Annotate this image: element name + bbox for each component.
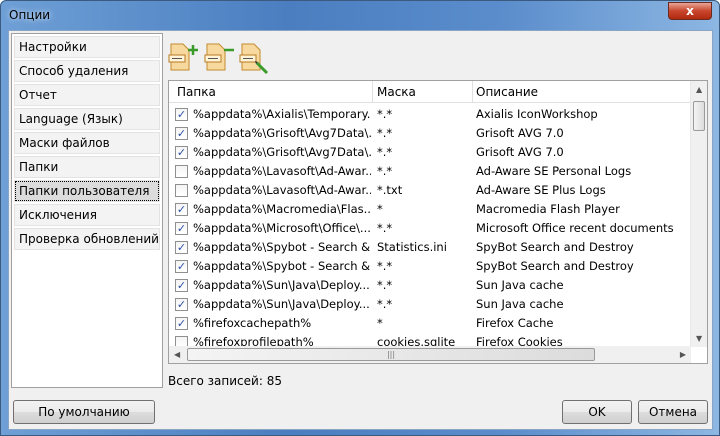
table-row[interactable]: ✓ %firefoxcachepath% * Firefox Cache — [169, 314, 691, 333]
ok-button[interactable]: OK — [562, 400, 632, 424]
add-folder-icon[interactable] — [168, 41, 200, 75]
folder-cell: %appdata%\Lavasoft\Ad-Awar... — [193, 164, 371, 178]
mask-cell: *.* — [377, 278, 393, 292]
close-button[interactable]: x — [668, 2, 712, 20]
mask-cell: *.* — [377, 126, 393, 140]
description-cell: Macromedia Flash Player — [476, 202, 620, 216]
table-row[interactable]: ✓ %appdata%\Sun\Java\Deploy... *.* Sun J… — [169, 295, 691, 314]
table-row[interactable]: ✓ %appdata%\Sun\Java\Deploy... *.* Sun J… — [169, 276, 691, 295]
mask-cell: Statistics.ini — [377, 240, 447, 254]
window-title: Опции — [9, 8, 51, 22]
edit-folder-icon[interactable] — [239, 41, 271, 75]
description-cell: Ad-Aware SE Plus Logs — [476, 183, 606, 197]
row-checkbox[interactable]: ✓ — [175, 279, 188, 292]
folder-cell: %appdata%\Spybot - Search &... — [193, 259, 371, 273]
row-checkbox[interactable]: ✓ — [175, 241, 188, 254]
table-row[interactable]: %appdata%\Lavasoft\Ad-Awar... *.txt Ad-A… — [169, 181, 691, 200]
row-checkbox[interactable] — [175, 165, 188, 178]
mask-cell: *.* — [377, 297, 393, 311]
mask-cell: * — [377, 316, 383, 330]
description-cell: Sun Java cache — [476, 278, 564, 292]
folder-cell: %appdata%\Grisoft\Avg7Data\... — [193, 126, 371, 140]
client-area: Настройки Способ удаления Отчет Language (Я… — [8, 30, 713, 430]
mask-cell: *.* — [377, 145, 393, 159]
records-count: Всего записей: 85 — [168, 374, 282, 388]
sidebar-item[interactable]: Настройки — [14, 36, 160, 58]
mask-cell: * — [377, 202, 383, 216]
table-row[interactable]: ✓ %appdata%\Grisoft\Avg7Data\... *.* Gri… — [169, 143, 691, 162]
row-checkbox[interactable]: ✓ — [175, 298, 188, 311]
description-cell: Sun Java cache — [476, 297, 564, 311]
description-cell: SpyBot Search and Destroy — [476, 240, 634, 254]
sidebar-item[interactable]: Папки — [14, 156, 160, 178]
mask-cell: *.txt — [377, 183, 403, 197]
column-header-folder[interactable]: Папка — [177, 85, 216, 99]
table-row[interactable]: ✓ %appdata%\Axialis\Temporary... *.* Axi… — [169, 105, 691, 124]
column-header-mask[interactable]: Маска — [377, 85, 416, 99]
row-checkbox[interactable]: ✓ — [175, 222, 188, 235]
sidebar: Настройки Способ удаления Отчет Language (Я… — [11, 33, 163, 388]
cancel-button[interactable]: Отмена — [638, 400, 708, 424]
description-cell: SpyBot Search and Destroy — [476, 259, 634, 273]
folder-cell: %appdata%\Spybot - Search &... — [193, 240, 371, 254]
table-header: Папка Маска Описание — [169, 81, 691, 103]
mask-cell: *.* — [377, 107, 393, 121]
table-row[interactable]: ✓ %appdata%\Spybot - Search &... *.* Spy… — [169, 257, 691, 276]
sidebar-item[interactable]: Способ удаления — [14, 60, 160, 82]
folder-cell: %appdata%\Sun\Java\Deploy... — [193, 278, 370, 292]
row-checkbox[interactable]: ✓ — [175, 317, 188, 330]
description-cell: Firefox Cache — [476, 316, 554, 330]
default-button[interactable]: По умолчанию — [13, 400, 155, 424]
sidebar-item[interactable]: Language (Язык) — [14, 108, 160, 130]
description-cell: Ad-Aware SE Personal Logs — [476, 164, 632, 178]
mask-cell: *.* — [377, 221, 393, 235]
description-cell: Grisoft AVG 7.0 — [476, 145, 564, 159]
table-row[interactable]: ✓ %appdata%\Spybot - Search &... Statist… — [169, 238, 691, 257]
description-cell: Microsoft Office recent documents — [476, 221, 674, 235]
row-checkbox[interactable]: ✓ — [175, 203, 188, 216]
folder-cell: %appdata%\Macromedia\Flas... — [193, 202, 371, 216]
horizontal-scrollbar[interactable]: ◀ ||| ▶ — [169, 346, 691, 363]
row-checkbox[interactable] — [175, 184, 188, 197]
row-checkbox[interactable]: ✓ — [175, 108, 188, 121]
folder-cell: %appdata%\Axialis\Temporary... — [193, 107, 371, 121]
table-row[interactable]: ✓ %appdata%\Macromedia\Flas... * Macrome… — [169, 200, 691, 219]
options-window: Опции x Настройки Способ удаления Отчет Lan… — [0, 0, 720, 436]
sidebar-item[interactable]: Исключения — [14, 204, 160, 226]
sidebar-item[interactable]: Проверка обновлений — [14, 228, 160, 250]
folder-cell: %firefoxcachepath% — [193, 316, 312, 330]
table-row[interactable]: %appdata%\Lavasoft\Ad-Awar... *.* Ad-Awa… — [169, 162, 691, 181]
sidebar-item[interactable]: Папки пользователя — [14, 180, 160, 202]
mask-cell: *.* — [377, 259, 393, 273]
vertical-scrollbar[interactable]: ▲ ▼ — [690, 81, 707, 347]
mask-cell: *.* — [377, 164, 393, 178]
folder-cell: %appdata%\Lavasoft\Ad-Awar... — [193, 183, 371, 197]
table-row[interactable]: ✓ %appdata%\Grisoft\Avg7Data\... *.* Gri… — [169, 124, 691, 143]
folder-cell: %appdata%\Microsoft\Office\... — [193, 221, 371, 235]
table-row[interactable]: ✓ %appdata%\Microsoft\Office\... *.* Mic… — [169, 219, 691, 238]
remove-folder-icon[interactable] — [204, 41, 236, 75]
row-checkbox[interactable]: ✓ — [175, 260, 188, 273]
vertical-scroll-thumb[interactable] — [693, 101, 705, 131]
column-header-description[interactable]: Описание — [476, 85, 538, 99]
folder-cell: %appdata%\Sun\Java\Deploy... — [193, 297, 370, 311]
description-cell: Grisoft AVG 7.0 — [476, 126, 564, 140]
horizontal-scroll-thumb[interactable]: ||| — [187, 348, 595, 361]
row-checkbox[interactable]: ✓ — [175, 127, 188, 140]
folders-table: Папка Маска Описание ✓ %appdata%\Axialis… — [168, 80, 708, 364]
sidebar-item[interactable]: Маски файлов — [14, 132, 160, 154]
description-cell: Axialis IconWorkshop — [476, 107, 598, 121]
folder-cell: %appdata%\Grisoft\Avg7Data\... — [193, 145, 371, 159]
sidebar-item[interactable]: Отчет — [14, 84, 160, 106]
row-checkbox[interactable]: ✓ — [175, 146, 188, 159]
